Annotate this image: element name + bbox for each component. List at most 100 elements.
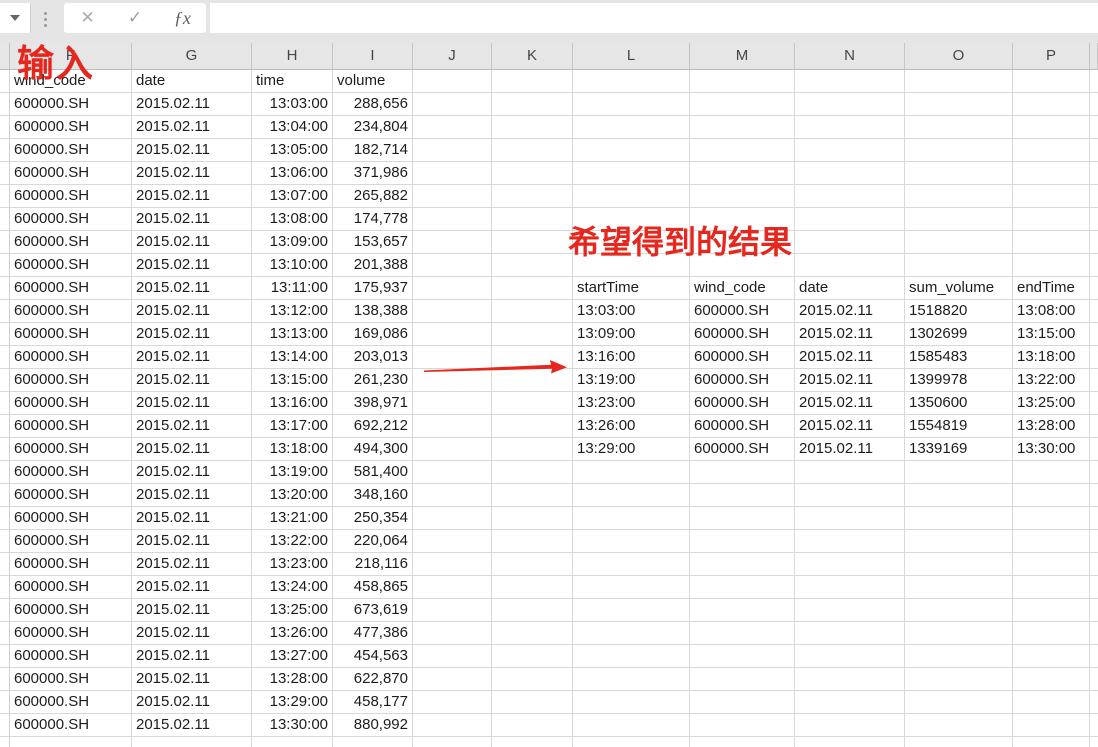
grid-cell[interactable] (905, 530, 1013, 553)
grid-cell[interactable] (492, 254, 573, 277)
table-data-cell[interactable]: 600000.SH (10, 369, 132, 392)
grid-cell[interactable] (492, 576, 573, 599)
table-data-cell[interactable]: 2015.02.11 (132, 484, 252, 507)
table-data-cell[interactable]: 13:16:00 (252, 392, 333, 415)
grid-cell[interactable] (795, 714, 905, 737)
column-header-N[interactable]: N (795, 43, 905, 69)
table-data-cell[interactable]: 2015.02.11 (132, 415, 252, 438)
table-data-cell[interactable]: 2015.02.11 (132, 162, 252, 185)
table-data-cell[interactable]: 600000.SH (10, 254, 132, 277)
grid-cell[interactable] (1090, 668, 1098, 691)
table-data-cell[interactable]: 1585483 (905, 346, 1013, 369)
table-data-cell[interactable]: 2015.02.11 (132, 691, 252, 714)
grid-cell[interactable] (413, 93, 492, 116)
grid-cell[interactable] (1090, 277, 1098, 300)
grid-cell[interactable] (1090, 139, 1098, 162)
table-data-cell[interactable]: 2015.02.11 (795, 346, 905, 369)
table-data-cell[interactable]: 13:08:00 (252, 208, 333, 231)
table-data-cell[interactable]: 2015.02.11 (132, 185, 252, 208)
table-data-cell[interactable]: 13:18:00 (1013, 346, 1090, 369)
grid-cell[interactable] (795, 691, 905, 714)
grid-cell[interactable] (573, 576, 690, 599)
grid-cell[interactable] (413, 438, 492, 461)
grid-cell[interactable] (1090, 300, 1098, 323)
grid-cell[interactable] (690, 668, 795, 691)
table-data-cell[interactable]: 13:26:00 (252, 622, 333, 645)
table-header-cell[interactable]: startTime (573, 277, 690, 300)
table-data-cell[interactable]: 13:19:00 (573, 369, 690, 392)
grid-cell[interactable] (1090, 438, 1098, 461)
table-data-cell[interactable]: 458,177 (333, 691, 413, 714)
grid-cell[interactable] (492, 737, 573, 747)
grid-cell[interactable] (1013, 484, 1090, 507)
grid-cell[interactable] (795, 622, 905, 645)
grid-cell[interactable] (1090, 415, 1098, 438)
select-all-corner[interactable] (0, 43, 10, 69)
grid-cell[interactable] (413, 484, 492, 507)
table-data-cell[interactable]: 600000.SH (10, 415, 132, 438)
table-data-cell[interactable]: 600000.SH (10, 323, 132, 346)
grid-cell[interactable] (573, 185, 690, 208)
table-data-cell[interactable]: 13:13:00 (252, 323, 333, 346)
grid-cell[interactable] (492, 599, 573, 622)
table-data-cell[interactable]: 13:06:00 (252, 162, 333, 185)
grid-cell[interactable] (413, 461, 492, 484)
grid-cell[interactable] (413, 691, 492, 714)
table-data-cell[interactable]: 1350600 (905, 392, 1013, 415)
grid-cell[interactable] (492, 208, 573, 231)
column-header-J[interactable]: J (413, 43, 492, 69)
table-data-cell[interactable]: 174,778 (333, 208, 413, 231)
table-header-cell[interactable]: date (132, 70, 252, 93)
table-data-cell[interactable]: 348,160 (333, 484, 413, 507)
grid-cell[interactable] (413, 323, 492, 346)
table-data-cell[interactable]: 13:29:00 (573, 438, 690, 461)
table-data-cell[interactable]: 13:03:00 (252, 93, 333, 116)
table-data-cell[interactable]: 600000.SH (10, 139, 132, 162)
grid-cell[interactable] (1013, 576, 1090, 599)
table-data-cell[interactable]: 600000.SH (690, 323, 795, 346)
table-data-cell[interactable]: 2015.02.11 (132, 277, 252, 300)
table-header-cell[interactable]: endTime (1013, 277, 1090, 300)
grid-cell[interactable] (690, 116, 795, 139)
table-data-cell[interactable]: 477,386 (333, 622, 413, 645)
grid-cell[interactable] (1013, 691, 1090, 714)
grid-cell[interactable] (573, 461, 690, 484)
table-data-cell[interactable]: 13:15:00 (252, 369, 333, 392)
table-data-cell[interactable]: 2015.02.11 (132, 323, 252, 346)
table-data-cell[interactable]: 1518820 (905, 300, 1013, 323)
table-data-cell[interactable]: 2015.02.11 (795, 392, 905, 415)
grid-cell[interactable] (905, 185, 1013, 208)
grid-cell[interactable] (1090, 484, 1098, 507)
table-data-cell[interactable]: 13:12:00 (252, 300, 333, 323)
grid-cell[interactable] (905, 668, 1013, 691)
grid-cell[interactable] (795, 70, 905, 93)
table-data-cell[interactable]: 169,086 (333, 323, 413, 346)
table-data-cell[interactable]: 13:30:00 (252, 714, 333, 737)
grid-cell[interactable] (690, 70, 795, 93)
table-data-cell[interactable]: 600000.SH (10, 438, 132, 461)
grid-cell[interactable] (1013, 185, 1090, 208)
grid-cell[interactable] (905, 645, 1013, 668)
table-data-cell[interactable]: 13:22:00 (252, 530, 333, 553)
grid-cell[interactable] (1090, 622, 1098, 645)
grid-cell[interactable] (573, 484, 690, 507)
grid-cell[interactable] (252, 737, 333, 747)
table-data-cell[interactable]: 600000.SH (10, 507, 132, 530)
grid-cell[interactable] (573, 553, 690, 576)
grid-cell[interactable] (795, 530, 905, 553)
table-data-cell[interactable]: 13:24:00 (252, 576, 333, 599)
table-data-cell[interactable]: 13:22:00 (1013, 369, 1090, 392)
column-header-I[interactable]: I (333, 43, 413, 69)
grid-cell[interactable] (573, 645, 690, 668)
table-data-cell[interactable]: 600000.SH (10, 185, 132, 208)
grid-cell[interactable] (492, 231, 573, 254)
grid-cell[interactable] (492, 139, 573, 162)
table-data-cell[interactable]: 13:04:00 (252, 116, 333, 139)
table-data-cell[interactable]: 13:16:00 (573, 346, 690, 369)
table-data-cell[interactable]: 454,563 (333, 645, 413, 668)
grid-cell[interactable] (492, 438, 573, 461)
table-data-cell[interactable]: 398,971 (333, 392, 413, 415)
grid-cell[interactable] (492, 70, 573, 93)
table-data-cell[interactable]: 2015.02.11 (132, 645, 252, 668)
table-data-cell[interactable]: 2015.02.11 (795, 438, 905, 461)
